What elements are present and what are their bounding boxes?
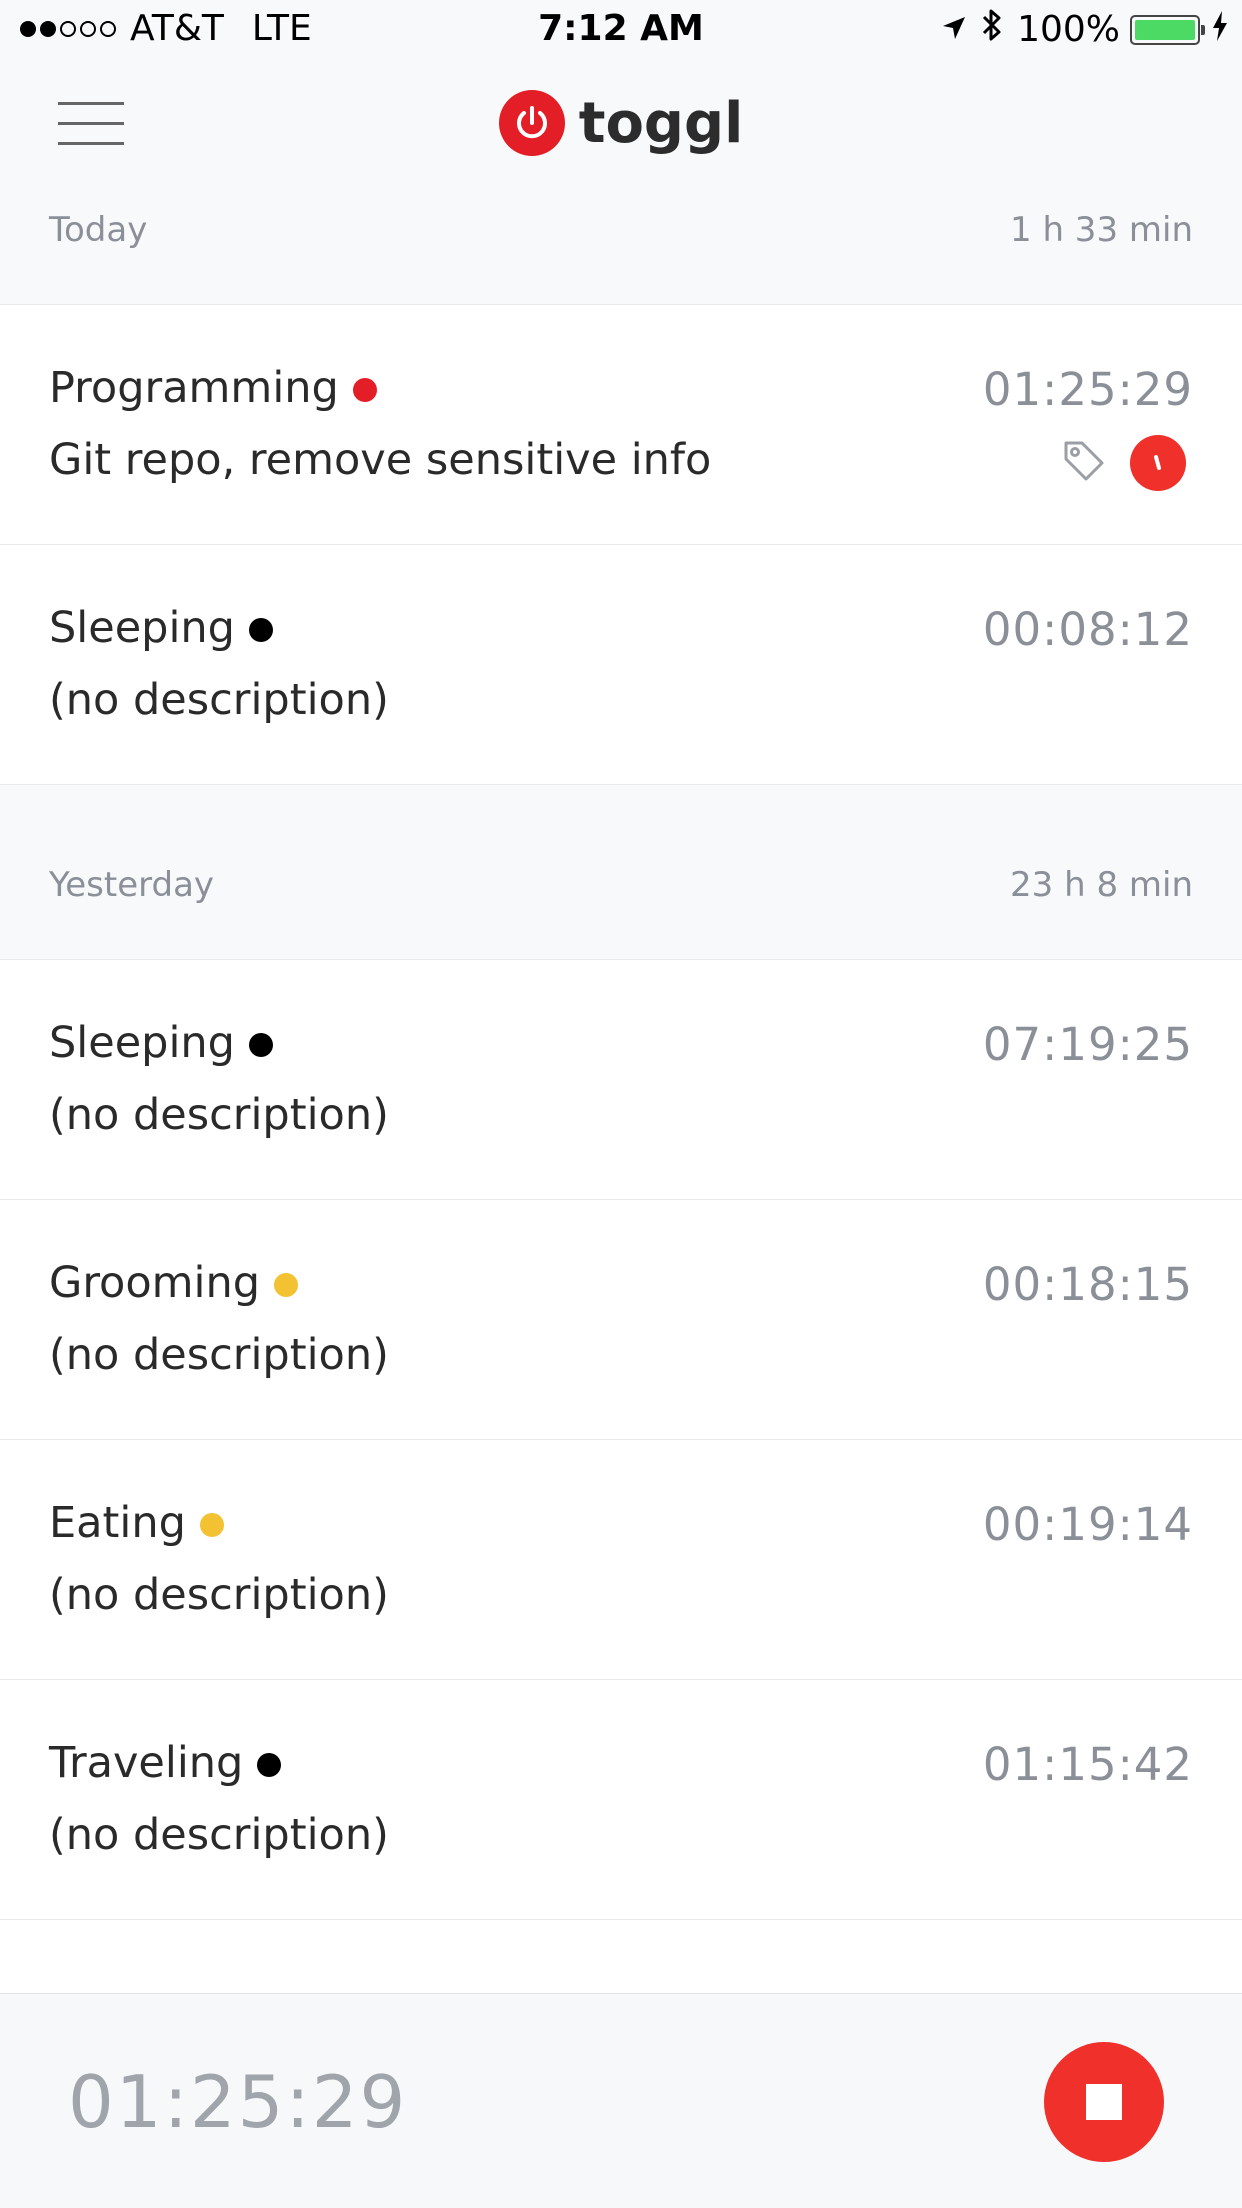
entry-duration: 01:15:42 (982, 1738, 1193, 1791)
entry-description: Git repo, remove sensitive info (49, 435, 712, 485)
project-color-dot (248, 618, 273, 642)
project-color-dot (352, 378, 377, 402)
location-arrow-icon (941, 9, 967, 50)
entry-project: Sleeping (49, 603, 273, 653)
entry-duration: 07:19:25 (982, 1018, 1193, 1071)
project-name: Sleeping (49, 1018, 235, 1068)
power-icon (498, 90, 565, 156)
stop-icon (1086, 2084, 1122, 2120)
section-header-today: Today 1 h 33 min (0, 190, 1242, 305)
time-entry[interactable]: Sleeping (no description) 07:19:25 (0, 960, 1242, 1200)
status-bar: AT&T LTE 7:12 AM 100% (0, 0, 1242, 60)
toggl-logo: toggl (0, 90, 1242, 156)
entry-description: (no description) (49, 1570, 389, 1620)
section-title: Yesterday (49, 865, 215, 905)
entry-duration: 01:25:29 (982, 363, 1193, 416)
status-right: 100% (941, 8, 1228, 51)
charging-bolt-icon (1212, 9, 1228, 50)
time-entry[interactable]: Grooming (no description) 00:18:15 (0, 1200, 1242, 1440)
battery-icon (1130, 14, 1205, 45)
project-color-dot (274, 1273, 299, 1297)
time-entry[interactable]: Programming Git repo, remove sensitive i… (0, 305, 1242, 545)
entry-icons (1062, 435, 1186, 491)
logo-text: toggl (578, 90, 744, 156)
nav-bar: toggl (0, 60, 1242, 190)
entry-description: (no description) (49, 1330, 389, 1380)
battery-percentage: 100% (1017, 9, 1120, 50)
entry-duration: 00:08:12 (982, 603, 1193, 656)
project-name: Sleeping (49, 603, 235, 653)
time-entry[interactable]: Traveling (no description) 01:15:42 (0, 1680, 1242, 1920)
section-total: 1 h 33 min (1010, 210, 1193, 250)
entry-project: Eating (49, 1498, 224, 1548)
billable-icon (1130, 435, 1186, 491)
project-color-dot (248, 1033, 273, 1057)
entry-project: Traveling (49, 1738, 282, 1788)
entry-duration: 00:18:15 (982, 1258, 1193, 1311)
bluetooth-icon (981, 8, 1003, 51)
section-total: 23 h 8 min (1010, 865, 1193, 905)
time-entry[interactable]: Eating (no description) 00:19:14 (0, 1440, 1242, 1680)
entry-description: (no description) (49, 1810, 389, 1860)
entry-duration: 00:19:14 (982, 1498, 1193, 1551)
tag-icon (1062, 439, 1106, 487)
project-color-dot (257, 1753, 282, 1777)
project-name: Programming (49, 363, 339, 413)
project-name: Eating (49, 1498, 186, 1548)
entry-project: Programming (49, 363, 377, 413)
section-title: Today (49, 210, 148, 250)
entry-project: Sleeping (49, 1018, 273, 1068)
entry-description: (no description) (49, 1090, 389, 1140)
running-timer-bar[interactable]: 01:25:29 (0, 1993, 1242, 2208)
running-timer-duration: 01:25:29 (68, 2060, 408, 2144)
project-color-dot (199, 1513, 224, 1537)
project-name: Traveling (49, 1738, 244, 1788)
entry-project: Grooming (49, 1258, 299, 1308)
section-header-yesterday: Yesterday 23 h 8 min (0, 785, 1242, 960)
time-entry[interactable]: Sleeping (no description) 00:08:12 (0, 545, 1242, 785)
entry-description: (no description) (49, 675, 389, 725)
stop-timer-button[interactable] (1044, 2042, 1164, 2162)
project-name: Grooming (49, 1258, 261, 1308)
